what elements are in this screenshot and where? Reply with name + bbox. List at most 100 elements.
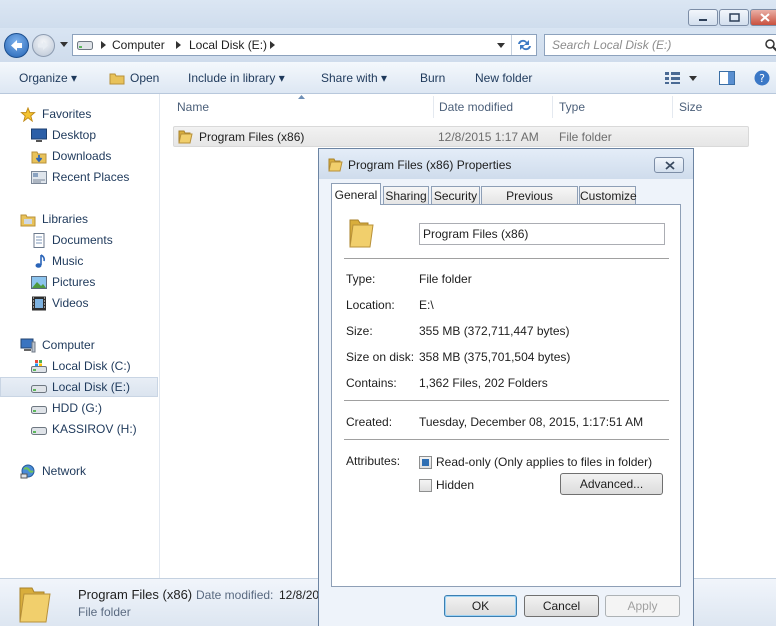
address-bar[interactable]: Computer Local Disk (E:)	[72, 34, 537, 56]
new-folder-button[interactable]: New folder	[475, 71, 532, 85]
help-icon[interactable]: ?	[754, 70, 770, 86]
libraries-icon	[20, 214, 36, 227]
column-divider[interactable]	[672, 96, 673, 118]
tab-customize[interactable]: Customize	[579, 186, 637, 205]
include-in-library-button[interactable]: Include in library ▾	[188, 71, 285, 85]
network-icon	[20, 464, 35, 479]
back-button[interactable]	[4, 33, 29, 58]
details-date-value: 12/8/20	[279, 588, 320, 602]
column-divider[interactable]	[552, 96, 553, 118]
back-arrow-icon	[11, 40, 22, 51]
column-type[interactable]: Type	[559, 100, 585, 114]
type-label: Type:	[346, 272, 376, 286]
nav-drive-c[interactable]: Local Disk (C:)	[0, 356, 158, 376]
ok-button[interactable]: OK	[444, 595, 517, 617]
search-placeholder: Search Local Disk (E:)	[552, 38, 672, 52]
open-button[interactable]: Open	[130, 71, 159, 85]
nav-drive-h[interactable]: KASSIROV (H:)	[0, 419, 158, 439]
tab-previous-versions[interactable]: Previous Versions	[481, 186, 578, 217]
computer-icon	[20, 338, 36, 353]
folder-name-value: Program Files (x86)	[423, 227, 529, 241]
nav-downloads[interactable]: Downloads	[0, 146, 158, 166]
pictures-icon	[31, 276, 47, 289]
hidden-checkbox[interactable]	[419, 479, 432, 492]
music-icon	[35, 254, 45, 268]
nav-pictures[interactable]: Pictures	[0, 272, 158, 292]
dialog-tabs: General Sharing Security Previous Versio…	[331, 183, 681, 217]
minimize-icon	[699, 19, 707, 21]
tab-sharing[interactable]: Sharing	[383, 186, 429, 205]
search-icon[interactable]	[765, 39, 776, 52]
burn-button[interactable]: Burn	[420, 71, 445, 85]
maximize-button[interactable]	[719, 9, 749, 26]
change-view-icon[interactable]	[665, 72, 680, 84]
dialog-close-button[interactable]	[654, 157, 684, 173]
address-row: Computer Local Disk (E:) Search Local Di…	[0, 28, 776, 62]
refresh-button[interactable]	[511, 35, 536, 55]
nav-recent-places[interactable]: Recent Places	[0, 167, 158, 187]
nav-desktop[interactable]: Desktop	[0, 125, 158, 145]
large-folder-icon	[19, 587, 51, 623]
nav-videos[interactable]: Videos	[0, 293, 158, 313]
preview-pane-icon[interactable]	[719, 71, 735, 85]
column-size[interactable]: Size	[679, 100, 702, 114]
advanced-button[interactable]: Advanced...	[560, 473, 663, 495]
type-value: File folder	[419, 272, 472, 286]
readonly-label: Read-only (Only applies to files in fold…	[436, 455, 653, 469]
nav-libraries[interactable]: Libraries	[0, 209, 158, 229]
details-name: Program Files (x86)	[78, 587, 193, 602]
created-value: Tuesday, December 08, 2015, 1:17:51 AM	[419, 415, 644, 429]
dialog-titlebar[interactable]: Program Files (x86) Properties	[319, 149, 693, 179]
breadcrumb-arrow-icon[interactable]	[270, 41, 275, 49]
recent-pages-chevron-icon[interactable]	[60, 42, 68, 48]
column-name[interactable]: Name	[177, 100, 209, 114]
readonly-checkbox[interactable]	[419, 456, 432, 469]
forward-button[interactable]	[32, 34, 55, 57]
nav-drive-g[interactable]: HDD (G:)	[0, 398, 158, 418]
divider	[344, 400, 669, 401]
search-input[interactable]: Search Local Disk (E:)	[544, 34, 776, 56]
folder-name-field[interactable]: Program Files (x86)	[419, 223, 665, 245]
nav-network[interactable]: Network	[0, 461, 158, 481]
size-label: Size:	[346, 324, 373, 338]
breadcrumb-arrow-icon[interactable]	[176, 41, 181, 49]
tab-general[interactable]: General	[331, 183, 381, 205]
column-divider[interactable]	[433, 96, 434, 118]
videos-icon	[32, 296, 46, 311]
nav-recent-places-label: Recent Places	[52, 170, 130, 184]
breadcrumb-local-disk-e[interactable]: Local Disk (E:)	[189, 38, 267, 52]
nav-downloads-label: Downloads	[52, 149, 112, 163]
nav-drive-e[interactable]: Local Disk (E:)	[0, 377, 158, 397]
refresh-icon	[518, 39, 531, 51]
folder-icon	[178, 130, 193, 144]
share-with-button[interactable]: Share with ▾	[321, 71, 387, 85]
contains-value: 1,362 Files, 202 Folders	[419, 376, 548, 390]
nav-documents[interactable]: Documents	[0, 230, 158, 250]
nav-favorites[interactable]: Favorites	[0, 104, 158, 124]
breadcrumb-arrow-icon[interactable]	[101, 41, 106, 49]
minimize-button[interactable]	[688, 9, 718, 26]
close-window-button[interactable]	[750, 9, 776, 26]
nav-pictures-label: Pictures	[52, 275, 96, 289]
file-name: Program Files (x86)	[199, 130, 305, 144]
cancel-button[interactable]: Cancel	[524, 595, 599, 617]
command-bar: Organize ▾ Open Include in library ▾ Sha…	[0, 62, 776, 94]
navigation-pane: Favorites Desktop Downloads Recent Place…	[0, 94, 160, 578]
nav-computer[interactable]: Computer	[0, 335, 158, 355]
file-row[interactable]: Program Files (x86) 12/8/2015 1:17 AM Fi…	[173, 126, 749, 147]
nav-network-label: Network	[42, 464, 87, 478]
view-options-chevron-icon[interactable]	[689, 76, 697, 81]
nav-drive-c-label: Local Disk (C:)	[52, 359, 131, 373]
divider	[344, 439, 669, 440]
tab-security[interactable]: Security	[431, 186, 480, 205]
apply-button[interactable]: Apply	[605, 595, 680, 617]
column-date-modified[interactable]: Date modified	[439, 100, 513, 114]
close-icon	[665, 161, 675, 170]
breadcrumb-computer[interactable]: Computer	[112, 38, 165, 52]
nav-computer-label: Computer	[42, 338, 95, 352]
desktop-icon	[31, 128, 47, 142]
size-on-disk-value: 358 MB (375,701,504 bytes)	[419, 350, 571, 364]
address-dropdown-icon[interactable]	[497, 43, 505, 48]
nav-music[interactable]: Music	[0, 251, 158, 271]
organize-button[interactable]: Organize ▾	[19, 71, 77, 85]
